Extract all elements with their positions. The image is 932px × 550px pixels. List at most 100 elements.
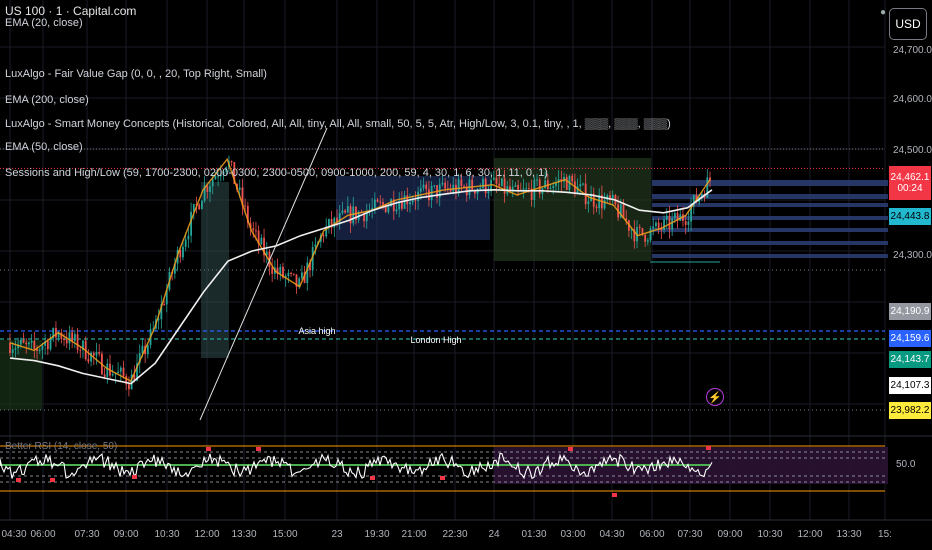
time-tick: 07:30 [74, 529, 100, 540]
candle-body [673, 213, 676, 219]
fvg-box [652, 254, 888, 258]
indicator-ema50[interactable]: EMA (50, close) [5, 140, 83, 154]
time-tick: 13:30 [231, 529, 257, 540]
price-tick: 24,600.0 [893, 94, 932, 105]
candle-body [198, 204, 201, 210]
candle-body [25, 342, 28, 345]
candle-body [346, 206, 349, 213]
candle-body [119, 367, 122, 372]
candle-body [403, 195, 406, 209]
candle-body [487, 191, 490, 194]
indicator-sessions[interactable]: Sessions and High/Low (59, 1700-2300, 02… [5, 166, 548, 180]
candle-body [425, 184, 428, 190]
candle-body [279, 266, 282, 274]
candle-body [433, 185, 436, 187]
fvg-box [652, 216, 888, 220]
indicator-ema200[interactable]: EMA (200, close) [5, 93, 89, 107]
candle-body [382, 202, 384, 205]
candle-body [525, 188, 528, 190]
candle-body [103, 374, 106, 377]
candle-body [460, 179, 463, 186]
last-price-label: 24,462.1 00:24 [889, 166, 931, 200]
rsi-extreme [612, 493, 617, 497]
rsi-extreme [50, 478, 55, 482]
candle-body [655, 222, 657, 227]
candle-body [244, 205, 247, 207]
candle-body [638, 227, 641, 229]
candle-body [76, 334, 79, 350]
candle-body [182, 246, 184, 258]
candle-body [211, 179, 214, 187]
lightning-icon[interactable]: ⚡ [706, 388, 724, 406]
candle-body [441, 182, 444, 185]
candle-body [463, 185, 465, 187]
candle-body [671, 218, 674, 230]
candle-body [482, 178, 484, 188]
candle-body [33, 341, 36, 349]
time-tick: 15: [878, 529, 892, 540]
rsi-label[interactable]: Better RSI (14, close, 50) [5, 441, 117, 452]
candle-body [63, 338, 65, 340]
rsi-extreme [370, 476, 375, 480]
price-label: 24,190.9 [889, 303, 931, 320]
indicator-fvg[interactable]: LuxAlgo - Fair Value Gap (0, 0, , 20, To… [5, 67, 267, 81]
candle-body [260, 237, 263, 245]
time-tick: 23 [331, 529, 343, 540]
time-tick: 22:30 [442, 529, 468, 540]
time-tick: 06:00 [639, 529, 665, 540]
candle-body [565, 176, 568, 190]
candle-body [646, 240, 649, 242]
candle-body [230, 161, 233, 163]
candle-body [587, 201, 590, 205]
candle-body [95, 351, 98, 356]
candle-body [498, 183, 501, 186]
price-label: 24,107.3 [889, 377, 931, 394]
candle-body [517, 185, 520, 190]
candle-body [419, 188, 422, 192]
candle-body [411, 200, 414, 203]
indicator-ema20[interactable]: EMA (20, close) [5, 16, 83, 30]
time-tick: 04:30 [599, 529, 625, 540]
candle-body [290, 272, 292, 274]
candle-body [87, 359, 90, 362]
time-tick: 12:00 [797, 529, 823, 540]
time-tick: 06:00 [30, 529, 56, 540]
indicator-smc[interactable]: LuxAlgo - Smart Money Concepts (Historic… [5, 117, 671, 131]
candle-body [38, 349, 41, 351]
candle-body [117, 371, 120, 374]
candle-body [65, 339, 68, 344]
candle-body [184, 239, 187, 247]
candle-body [209, 186, 211, 192]
fvg-box [652, 180, 888, 186]
price-label: 24,143.7 [889, 351, 931, 368]
candle-body [98, 351, 101, 354]
candle-body [30, 341, 33, 343]
settings-dot-icon[interactable]: ● [880, 7, 886, 18]
candle-body [652, 226, 655, 229]
candle-body [538, 179, 541, 194]
candle-body [579, 184, 582, 187]
candle-body [479, 187, 482, 189]
price-tick: 24,300.0 [893, 250, 932, 261]
fvg-box [652, 203, 888, 207]
time-tick: 09:00 [113, 529, 139, 540]
chart-canvas[interactable] [0, 0, 932, 550]
rsi-extreme [706, 446, 711, 450]
candle-body [387, 206, 390, 213]
candle-body [663, 219, 665, 231]
candle-body [428, 189, 430, 200]
candle-body [41, 345, 44, 350]
rsi-extreme [16, 478, 21, 482]
candle-body [582, 183, 584, 185]
bar-countdown: 00:24 [897, 183, 923, 194]
candle-body [552, 186, 555, 188]
candle-body [376, 199, 379, 202]
candle-body [549, 187, 552, 190]
candle-body [49, 338, 52, 350]
time-tick: 12:00 [194, 529, 220, 540]
candle-body [322, 235, 325, 237]
candle-body [544, 180, 547, 189]
candle-body [11, 349, 14, 353]
currency-button[interactable]: USD [889, 8, 927, 40]
candle-body [341, 210, 344, 214]
